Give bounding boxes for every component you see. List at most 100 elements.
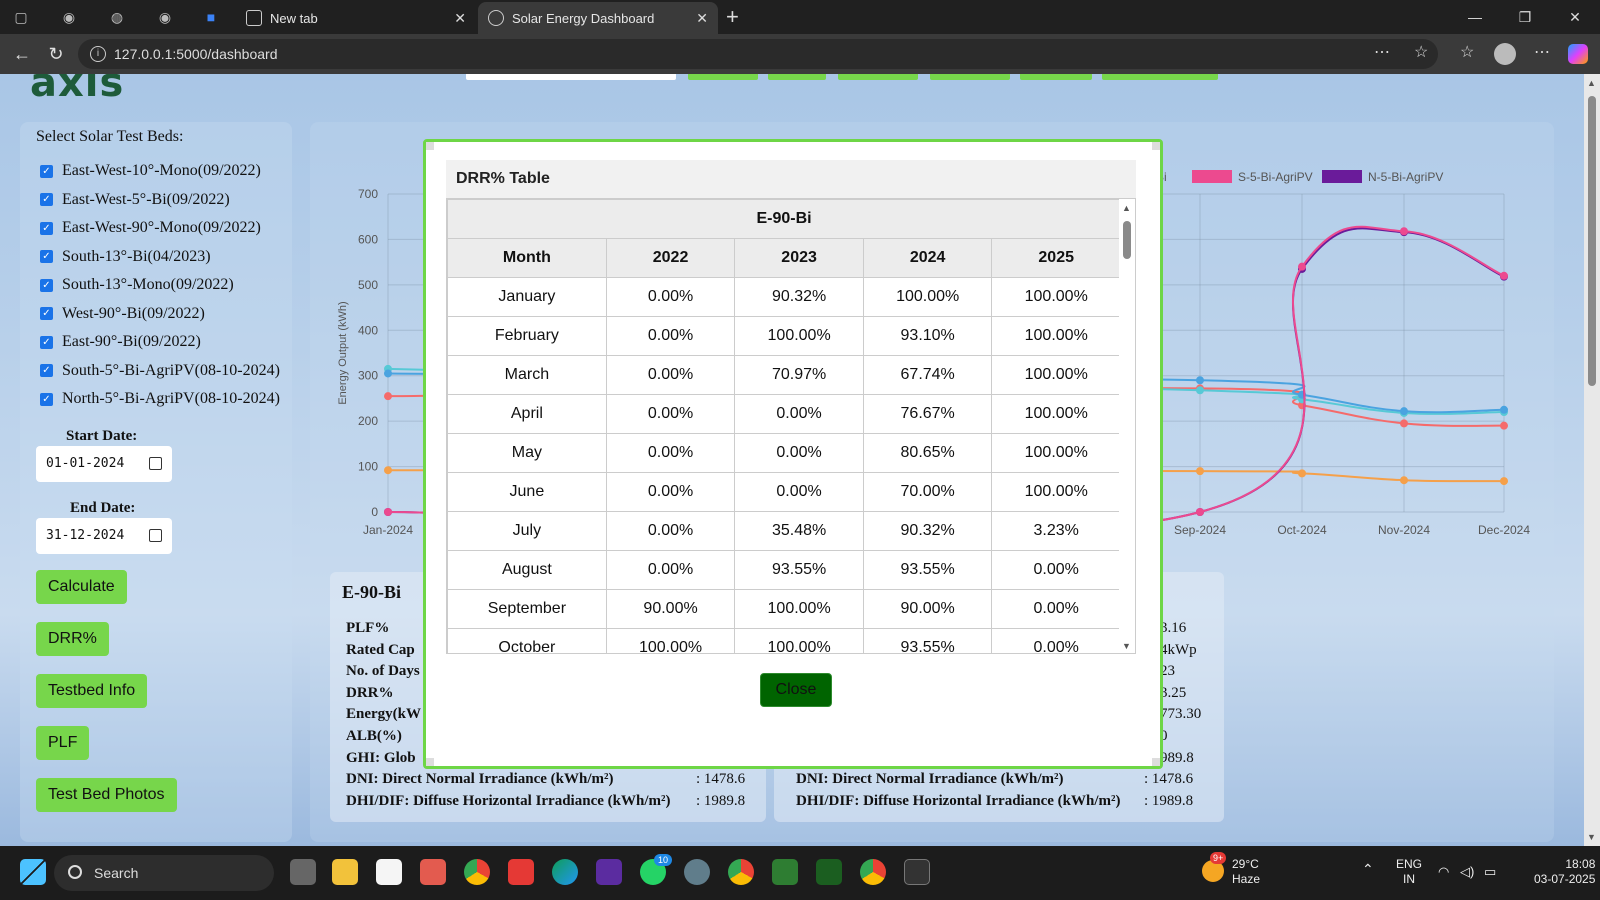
close-button[interactable]: Close <box>760 673 832 707</box>
back-arrow-icon[interactable]: ← <box>10 42 34 66</box>
close-tab-icon[interactable]: ✕ <box>454 10 466 27</box>
drr-table-container[interactable]: E-90-Bi Month 2022 2023 2024 2025 January 0.0… <box>446 198 1136 654</box>
drr-value-cell: 0.00% <box>605 277 736 317</box>
close-tab-icon[interactable]: ✕ <box>696 10 708 27</box>
scrollbar-thumb[interactable] <box>1588 96 1596 386</box>
month-cell: February <box>447 316 607 356</box>
table-row: June 0.00% 0.00% 70.00% 100.00% <box>447 472 1121 512</box>
column-header: 2025 <box>991 238 1121 278</box>
outlook-tab-icon[interactable]: ■ <box>200 6 222 28</box>
table-row: September 90.00% 100.00% 90.00% 0.00% <box>447 589 1121 629</box>
drr-value-cell: 76.67% <box>862 394 993 434</box>
app-purple-icon[interactable] <box>596 859 622 885</box>
refresh-icon[interactable]: ↻ <box>44 42 68 66</box>
pinned-tab-globe-icon[interactable]: ◍ <box>106 6 128 28</box>
stat-value: 3.25 <box>1160 684 1187 701</box>
stat-row: Energy(kW <box>346 706 421 723</box>
month-cell: June <box>447 472 607 512</box>
resize-corner <box>426 758 434 766</box>
stat-label: DHI/DIF: Diffuse Horizontal Irradiance (… <box>346 792 671 809</box>
drr-value-cell: 100.00% <box>862 277 993 317</box>
windows-taskbar: Search 10 9+ 29°C Haze ⌃ ENG IN ◠ ◁) ▭ 1… <box>0 846 1600 900</box>
stat-row: ALB(%) <box>346 728 402 745</box>
stat-value: : 1478.6 <box>696 771 746 788</box>
legend-swatch <box>1322 170 1362 183</box>
table-row: July 0.00% 35.48% 90.32% 3.23% <box>447 511 1121 551</box>
table-testbed-title: E-90-Bi <box>447 199 1121 239</box>
scroll-up-arrow-icon[interactable]: ▲ <box>1587 78 1596 88</box>
profile-avatar[interactable] <box>1494 43 1516 65</box>
drr-value-cell: 100.00% <box>991 472 1121 512</box>
drr-value-cell: 0.00% <box>605 550 736 590</box>
scroll-down-arrow-icon[interactable]: ▼ <box>1122 641 1131 651</box>
data-point <box>1400 476 1408 485</box>
tray-chevron-up-icon[interactable]: ⌃ <box>1362 862 1374 877</box>
new-tab-plus-icon[interactable]: + <box>726 4 739 30</box>
y-tick-label: 400 <box>358 323 378 337</box>
reading-mode-icon[interactable]: ⋯ <box>1374 42 1390 62</box>
drr-value-cell: 90.00% <box>605 589 736 629</box>
data-point <box>1500 405 1508 414</box>
chrome-alt-icon[interactable] <box>860 859 886 885</box>
app-diamond-icon[interactable] <box>772 859 798 885</box>
close-window-button[interactable]: ✕ <box>1550 0 1600 34</box>
data-point <box>1500 271 1508 280</box>
clock-widget[interactable]: 18:08 03-07-2025 <box>1534 857 1595 887</box>
x-tick-label: Sep-2024 <box>1174 523 1226 537</box>
favorite-star-icon[interactable]: ☆ <box>1414 42 1428 62</box>
file-explorer-icon[interactable] <box>332 859 358 885</box>
table-row: April 0.00% 0.00% 76.67% 100.00% <box>447 394 1121 434</box>
drr-table: E-90-Bi Month 2022 2023 2024 2025 January 0.0… <box>447 199 1121 653</box>
taskbar-search-box[interactable]: Search <box>54 855 274 891</box>
drr-value-cell: 0.00% <box>734 472 864 512</box>
copilot-icon[interactable] <box>1568 44 1588 64</box>
tab-new-tab[interactable]: New tab ✕ <box>236 2 476 34</box>
settings-gear-icon[interactable] <box>684 859 710 885</box>
pinned-tab-icon-2[interactable]: ◉ <box>154 6 176 28</box>
tab-solar-dashboard[interactable]: Solar Energy Dashboard ✕ <box>478 2 718 34</box>
table-row: January 0.00% 90.32% 100.00% 100.00% <box>447 277 1121 317</box>
favorites-list-icon[interactable]: ☆ <box>1460 42 1474 62</box>
volume-icon[interactable]: ◁) <box>1460 864 1474 879</box>
drr-value-cell: 70.97% <box>734 355 864 395</box>
scroll-up-arrow-icon[interactable]: ▲ <box>1122 203 1131 213</box>
chrome-icon[interactable] <box>464 859 490 885</box>
table-scrollbar[interactable]: ▲ ▼ <box>1119 199 1135 653</box>
weather-temp: 29°C <box>1232 857 1259 871</box>
x-tick-label: Oct-2024 <box>1277 523 1327 537</box>
start-windows-icon[interactable] <box>20 859 46 885</box>
table-scrollbar-thumb[interactable] <box>1123 221 1131 259</box>
terminal-icon[interactable] <box>904 859 930 885</box>
language-indicator[interactable]: ENG IN <box>1396 857 1422 887</box>
table-row: March 0.00% 70.97% 67.74% 100.00% <box>447 355 1121 395</box>
notepad-icon[interactable] <box>376 859 402 885</box>
edge-icon[interactable] <box>552 859 578 885</box>
task-view-icon[interactable] <box>290 859 316 885</box>
month-cell: October <box>447 628 607 653</box>
sidebar-toggle-icon[interactable]: ▢ <box>10 6 32 28</box>
drr-value-cell: 90.00% <box>862 589 993 629</box>
chrome-profile-icon[interactable] <box>728 859 754 885</box>
data-point <box>1400 419 1408 428</box>
weather-widget[interactable]: 29°C Haze <box>1232 857 1260 887</box>
stat-row: GHI: Glob <box>346 750 416 767</box>
table-row: August 0.00% 93.55% 93.55% 0.00% <box>447 550 1121 590</box>
stat-label: DHI/DIF: Diffuse Horizontal Irradiance (… <box>796 792 1121 809</box>
minimize-button[interactable]: — <box>1450 0 1500 34</box>
data-point <box>1400 407 1408 416</box>
scroll-down-arrow-icon[interactable]: ▼ <box>1587 832 1596 842</box>
more-menu-icon[interactable]: ⋯ <box>1534 42 1550 62</box>
maximize-button[interactable]: ❐ <box>1500 0 1550 34</box>
stat-row: Rated Cap <box>346 642 415 659</box>
wifi-icon[interactable]: ◠ <box>1438 864 1449 879</box>
app-icon[interactable] <box>420 859 446 885</box>
app-red-icon[interactable] <box>508 859 534 885</box>
battery-icon[interactable]: ▭ <box>1484 864 1496 879</box>
app-green-icon[interactable] <box>816 859 842 885</box>
page-scrollbar[interactable]: ▲ ▼ <box>1584 74 1600 846</box>
site-info-icon[interactable]: i <box>90 46 106 62</box>
pinned-tab-icon[interactable]: ◉ <box>58 6 80 28</box>
y-axis-label: Energy Output (kWh) <box>337 301 349 404</box>
clock-date: 03-07-2025 <box>1534 872 1596 886</box>
url-field[interactable]: i 127.0.0.1:5000/dashboard <box>78 39 1438 69</box>
